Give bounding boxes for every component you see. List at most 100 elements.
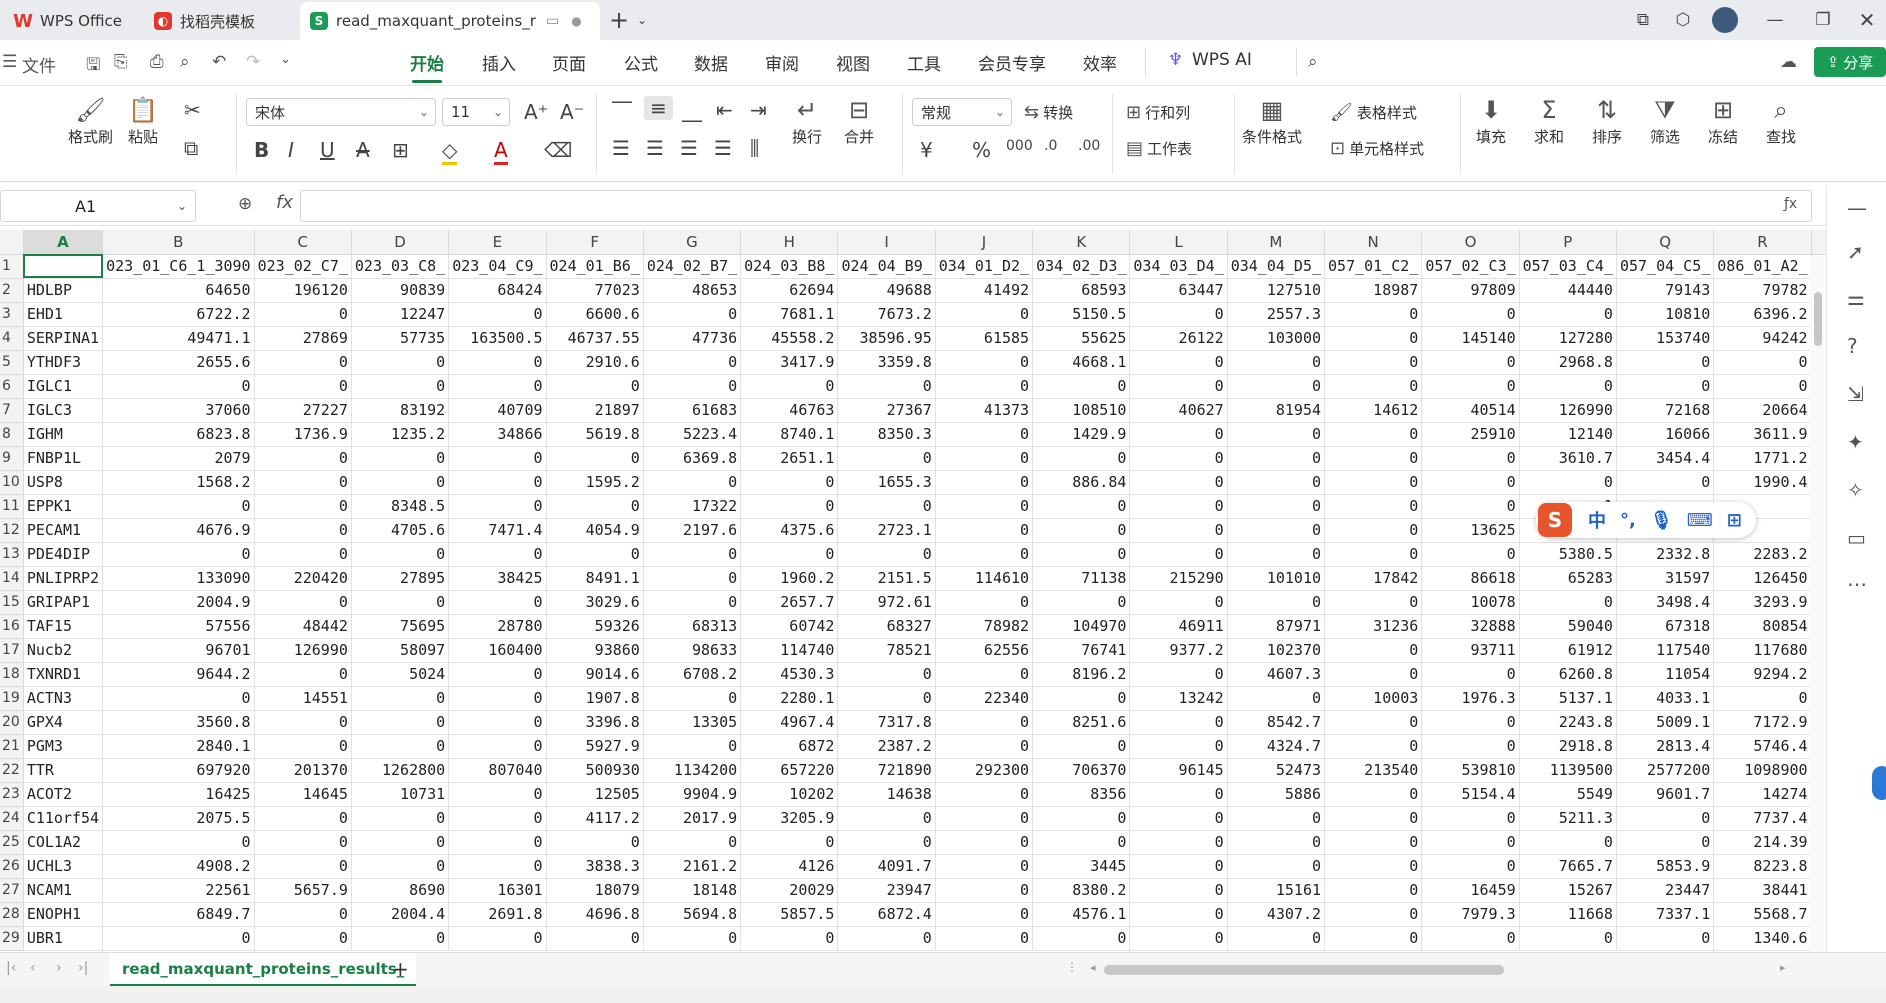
table-cell[interactable]: 0 — [254, 710, 352, 735]
increase-decimal-icon[interactable]: .0 — [1044, 138, 1057, 154]
tools-icon[interactable]: ✧ — [1847, 478, 1864, 502]
table-cell[interactable]: 15161 — [1227, 878, 1326, 903]
table-cell[interactable]: 67318 — [1616, 614, 1715, 639]
table-cell[interactable]: 52473 — [1227, 758, 1326, 783]
table-cell[interactable]: 62556 — [935, 638, 1034, 663]
table-cell[interactable]: 68313 — [643, 614, 742, 639]
table-cell[interactable]: 20029 — [740, 878, 839, 903]
table-cell[interactable]: 49471.1 — [102, 326, 255, 351]
table-cell[interactable]: 0 — [935, 446, 1034, 471]
table-cell[interactable]: 5380.5 — [1519, 542, 1617, 567]
table-cell[interactable]: 25910 — [1421, 422, 1520, 447]
table-cell[interactable]: 1990.4 — [1713, 470, 1812, 495]
table-cell[interactable]: 10202 — [740, 782, 839, 807]
table-cell[interactable]: 0 — [1129, 302, 1228, 327]
row-header[interactable]: 18 — [0, 662, 24, 687]
table-cell[interactable]: 0 — [935, 494, 1034, 519]
table-cell[interactable]: 40709 — [448, 398, 547, 423]
column-header-e[interactable]: E — [448, 230, 547, 255]
column-header-l[interactable]: L — [1129, 230, 1228, 255]
row-header[interactable]: 21 — [0, 734, 24, 759]
floating-assistant-icon[interactable] — [1872, 766, 1886, 800]
keyboard-icon[interactable]: ⌨ — [1687, 510, 1713, 531]
table-cell[interactable]: 7317.8 — [837, 710, 936, 735]
save-icon[interactable]: 🖫 — [86, 52, 100, 81]
table-cell[interactable]: 0 — [1324, 830, 1423, 855]
table-cell[interactable]: 7737.4 — [1713, 806, 1812, 831]
row-header[interactable]: 16 — [0, 614, 24, 639]
table-cell[interactable]: 2161.2 — [643, 854, 742, 879]
table-cell[interactable]: 8542.7 — [1227, 710, 1326, 735]
table-cell[interactable]: 64650 — [102, 278, 255, 303]
table-cell[interactable]: 0 — [643, 734, 742, 759]
underline-icon[interactable]: U — [320, 138, 335, 162]
column-header-b[interactable]: B — [102, 230, 255, 255]
table-cell[interactable]: 8196.2 — [1032, 662, 1131, 687]
table-cell[interactable]: 2283.2 — [1713, 542, 1812, 567]
table-cell[interactable]: 71138 — [1032, 566, 1131, 591]
table-cell[interactable]: 0 — [935, 374, 1034, 399]
menu-view[interactable]: 视图 — [836, 50, 870, 75]
table-cell[interactable]: 127280 — [1519, 326, 1617, 351]
table-cell[interactable]: SERPINA1 — [23, 326, 104, 351]
table-cell[interactable]: 0 — [837, 494, 936, 519]
row-header[interactable]: 1 — [0, 254, 24, 279]
table-cell[interactable]: 28780 — [448, 614, 547, 639]
table-cell[interactable]: 0 — [351, 830, 450, 855]
table-cell[interactable]: 0 — [1032, 686, 1131, 711]
table-cell[interactable]: 0 — [1129, 470, 1228, 495]
table-cell[interactable]: 0 — [351, 854, 450, 879]
row-header[interactable]: 2 — [0, 278, 24, 303]
font-size-select[interactable]: 11 ⌄ — [442, 98, 510, 126]
table-cell[interactable]: 0 — [643, 350, 742, 375]
table-cell[interactable]: 102370 — [1227, 638, 1326, 663]
table-cell[interactable]: 0 — [102, 542, 255, 567]
table-cell[interactable]: IGLC3 — [23, 398, 104, 423]
table-cell[interactable]: 16066 — [1616, 422, 1715, 447]
row-header[interactable]: 11 — [0, 494, 24, 519]
table-cell[interactable]: 0 — [1324, 662, 1423, 687]
table-cell[interactable]: 114610 — [935, 566, 1034, 591]
wrap-text-button[interactable]: ↵ 换行 — [792, 94, 822, 147]
table-cell[interactable]: 0 — [1324, 446, 1423, 471]
table-cell[interactable]: 40627 — [1129, 398, 1228, 423]
menu-data[interactable]: 数据 — [694, 50, 728, 75]
table-cell[interactable]: 0 — [448, 590, 547, 615]
table-cell[interactable]: 034_03_D4_ — [1129, 254, 1228, 279]
table-cell[interactable]: 0 — [1227, 350, 1326, 375]
hamburger-icon[interactable]: ☰ — [2, 52, 17, 72]
table-cell[interactable]: 215290 — [1129, 566, 1228, 591]
table-cell[interactable]: 6600.6 — [546, 302, 644, 327]
table-cell[interactable]: 96145 — [1129, 758, 1228, 783]
table-cell[interactable]: 2840.1 — [102, 734, 255, 759]
table-cell[interactable]: 0 — [448, 470, 547, 495]
table-cell[interactable]: 807040 — [448, 758, 547, 783]
table-cell[interactable]: 4091.7 — [837, 854, 936, 879]
table-cell[interactable]: 0 — [1421, 350, 1520, 375]
table-cell[interactable]: 101010 — [1227, 566, 1326, 591]
formula-input[interactable] — [300, 190, 1812, 222]
table-cell[interactable]: 0 — [1421, 470, 1520, 495]
more-chevron-icon[interactable]: ⌄ — [280, 52, 291, 67]
table-cell[interactable]: 81954 — [1227, 398, 1326, 423]
table-cell[interactable]: 31597 — [1616, 566, 1715, 591]
column-header-h[interactable]: H — [740, 230, 839, 255]
table-cell[interactable]: 0 — [837, 542, 936, 567]
table-cell[interactable]: 0 — [1421, 710, 1520, 735]
table-cell[interactable]: 6872 — [740, 734, 839, 759]
table-cell[interactable]: 90839 — [351, 278, 450, 303]
number-format-select[interactable]: 常规 ⌄ — [912, 98, 1012, 126]
scroll-left-icon[interactable]: ◂ — [1090, 961, 1096, 974]
table-cell[interactable]: 0 — [1129, 374, 1228, 399]
avatar[interactable] — [1710, 0, 1740, 40]
table-cell[interactable]: 0 — [1129, 830, 1228, 855]
table-cell[interactable]: 7337.1 — [1616, 902, 1715, 927]
table-cell[interactable]: 0 — [935, 470, 1034, 495]
table-cell[interactable]: 5857.5 — [740, 902, 839, 927]
table-cell[interactable]: 0 — [1324, 518, 1423, 543]
table-cell[interactable]: 77023 — [546, 278, 644, 303]
table-cell[interactable]: 1235.2 — [351, 422, 450, 447]
table-cell[interactable]: 0 — [643, 686, 742, 711]
table-cell[interactable]: 4375.6 — [740, 518, 839, 543]
select-all-corner[interactable] — [0, 230, 24, 255]
